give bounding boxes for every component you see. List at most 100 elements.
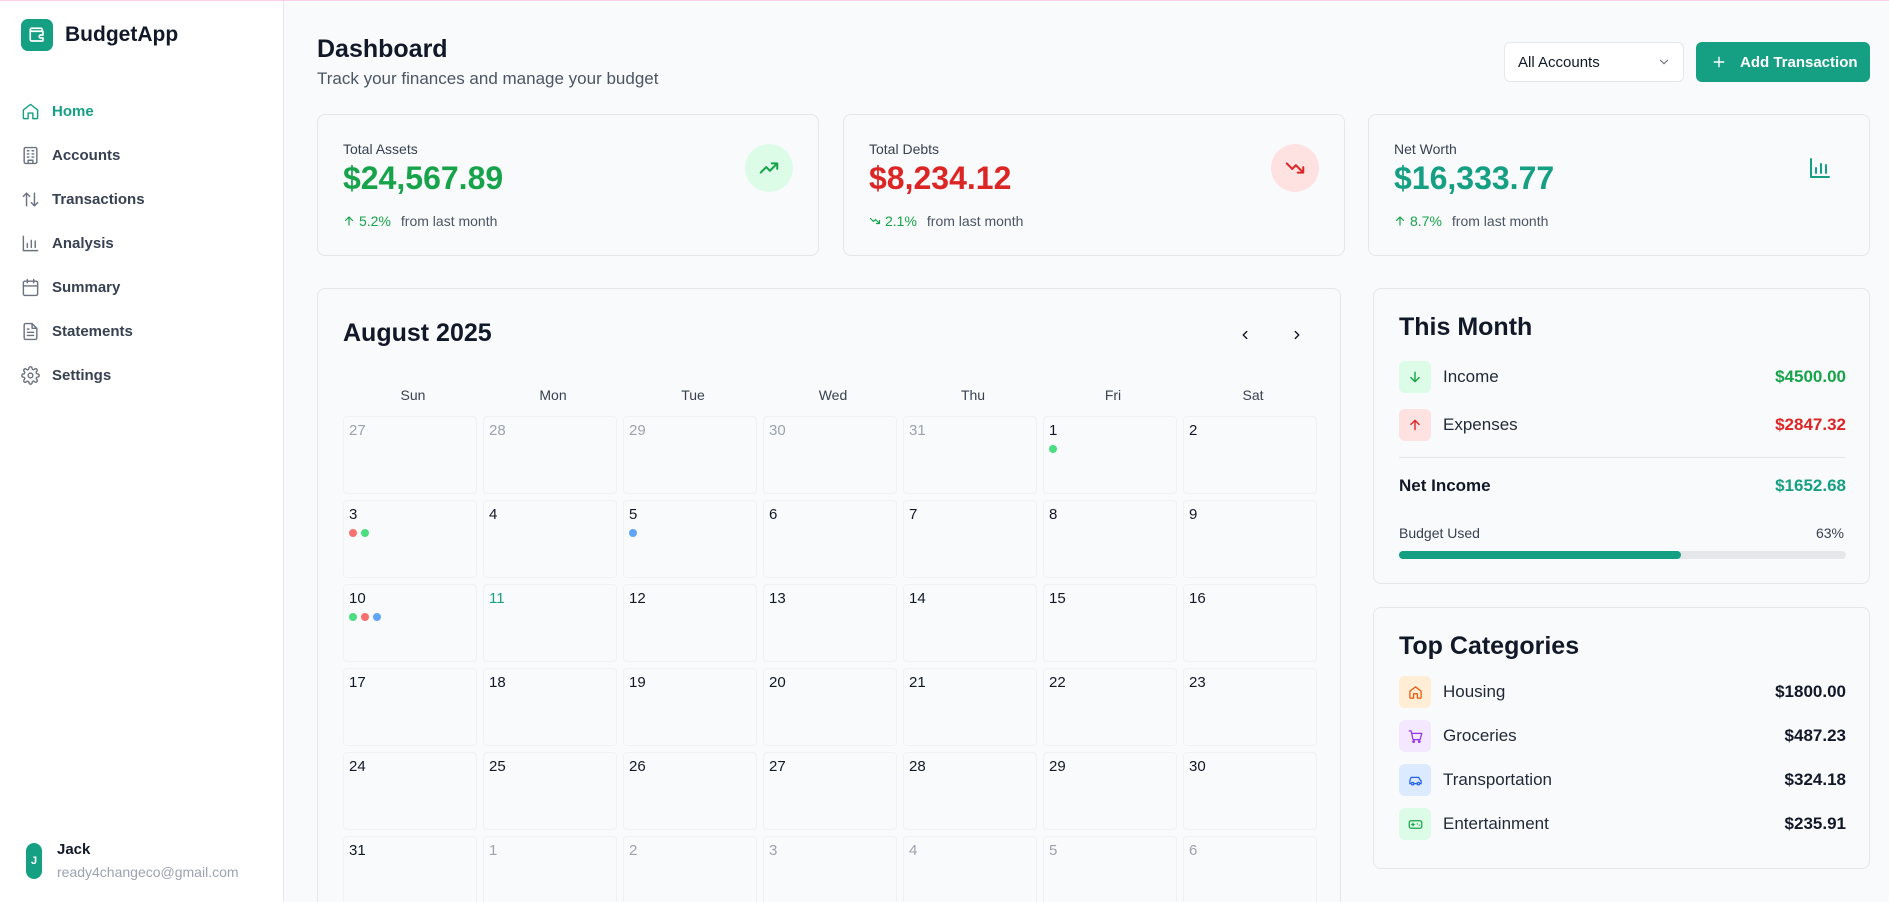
- calendar-day-number: 2: [1189, 422, 1198, 439]
- sidebar-item-accounts[interactable]: Accounts: [21, 133, 271, 177]
- calendar-day[interactable]: 23: [1183, 668, 1317, 746]
- calendar-day[interactable]: 28: [903, 752, 1037, 830]
- calendar-day[interactable]: 20: [763, 668, 897, 746]
- sidebar-item-label: Summary: [52, 278, 121, 296]
- previous-month-button[interactable]: [1233, 323, 1257, 347]
- calendar-day[interactable]: 28: [483, 416, 617, 494]
- account-select-value: All Accounts: [1518, 53, 1600, 71]
- calendar-day[interactable]: 1: [1043, 416, 1177, 494]
- calendar-day[interactable]: 9: [1183, 500, 1317, 578]
- stat-value: $8,234.12: [869, 160, 1012, 196]
- calendar-day-number: 28: [489, 422, 506, 439]
- calendar-day[interactable]: 16: [1183, 584, 1317, 662]
- sidebar-item-label: Statements: [52, 322, 133, 340]
- category-label: Transportation: [1443, 770, 1552, 789]
- calendar-day[interactable]: 1: [483, 836, 617, 902]
- sidebar-item-summary[interactable]: Summary: [21, 265, 271, 309]
- transaction-dots: [349, 529, 471, 537]
- calendar-day[interactable]: 17: [343, 668, 477, 746]
- calendar-day[interactable]: 11: [483, 584, 617, 662]
- calendar-day[interactable]: 12: [623, 584, 757, 662]
- calendar-day[interactable]: 7: [903, 500, 1037, 578]
- account-select[interactable]: All Accounts: [1504, 42, 1684, 82]
- category-row-transportation[interactable]: Transportation $324.18: [1399, 764, 1846, 796]
- calendar-day-number: 16: [1189, 590, 1206, 607]
- calendar-day[interactable]: 4: [903, 836, 1037, 902]
- calendar-day-number: 11: [489, 590, 505, 607]
- calendar-day-number: 4: [489, 506, 498, 523]
- net-income-label: Net Income: [1399, 476, 1491, 495]
- gamepad-icon: [1399, 808, 1431, 840]
- category-value: $324.18: [1784, 770, 1846, 789]
- category-row-groceries[interactable]: Groceries $487.23: [1399, 720, 1846, 752]
- calendar-day[interactable]: 6: [1183, 836, 1317, 902]
- calendar-day[interactable]: 2: [623, 836, 757, 902]
- calendar-day[interactable]: 19: [623, 668, 757, 746]
- sidebar-item-analysis[interactable]: Analysis: [21, 221, 271, 265]
- calendar-day[interactable]: 21: [903, 668, 1037, 746]
- calendar-day[interactable]: 4: [483, 500, 617, 578]
- calendar-day[interactable]: 29: [1043, 752, 1177, 830]
- calendar-day[interactable]: 27: [763, 752, 897, 830]
- calendar-day[interactable]: 18: [483, 668, 617, 746]
- calendar-day[interactable]: 3: [343, 500, 477, 578]
- stat-change-pct: 5.2%: [359, 213, 391, 229]
- weekday-label: Sun: [400, 387, 426, 403]
- document-icon: [23, 322, 38, 340]
- calendar-day[interactable]: 30: [1183, 752, 1317, 830]
- calendar-day[interactable]: 10: [343, 584, 477, 662]
- calendar-day[interactable]: 31: [903, 416, 1037, 494]
- calendar-day[interactable]: 3: [763, 836, 897, 902]
- calendar-day-number: 3: [769, 842, 778, 859]
- calendar-day[interactable]: 24: [343, 752, 477, 830]
- calendar-day[interactable]: 5: [623, 500, 757, 578]
- category-value: $1800.00: [1775, 682, 1846, 701]
- brand[interactable]: BudgetApp: [21, 19, 178, 51]
- calendar-day[interactable]: 15: [1043, 584, 1177, 662]
- sidebar-item-settings[interactable]: Settings: [21, 353, 271, 397]
- calendar-day[interactable]: 2: [1183, 416, 1317, 494]
- user-profile[interactable]: J Jack ready4changeco@gmail.com: [26, 841, 239, 880]
- sidebar-item-statements[interactable]: Statements: [21, 309, 271, 353]
- calendar-day[interactable]: 13: [763, 584, 897, 662]
- calendar-day[interactable]: 6: [763, 500, 897, 578]
- calendar-grid: 27 28 29 30 31 1 2 3 4 5 6 7 8 9 10 11 12 13 14 15 16 17 18 19 2…: [343, 416, 1323, 902]
- bar-chart-icon: [22, 235, 39, 251]
- user-email: ready4changeco@gmail.com: [57, 864, 239, 880]
- category-row-housing[interactable]: Housing $1800.00: [1399, 676, 1846, 708]
- add-transaction-button[interactable]: Add Transaction: [1696, 42, 1870, 82]
- calendar-day[interactable]: 31: [343, 836, 477, 902]
- calendar-day-number: 9: [1189, 506, 1198, 523]
- sidebar-item-label: Settings: [52, 366, 112, 384]
- transaction-dot: [373, 613, 381, 621]
- plus-icon: [1713, 56, 1725, 68]
- next-month-button[interactable]: [1285, 323, 1309, 347]
- calendar-day-number: 20: [769, 674, 786, 691]
- stat-change: 8.7% from last month: [1394, 213, 1548, 229]
- calendar-day[interactable]: 14: [903, 584, 1037, 662]
- user-name: Jack: [57, 841, 91, 858]
- transaction-dot: [361, 613, 369, 621]
- calendar-day-number: 27: [349, 422, 366, 439]
- sidebar-item-label: Transactions: [52, 190, 145, 208]
- weekday-label: Wed: [818, 387, 848, 403]
- category-row-entertainment[interactable]: Entertainment $235.91: [1399, 808, 1846, 840]
- sidebar-item-transactions[interactable]: Transactions: [21, 177, 271, 221]
- calendar-day[interactable]: 29: [623, 416, 757, 494]
- sidebar-item-label: Home: [52, 102, 94, 120]
- calendar-day[interactable]: 22: [1043, 668, 1177, 746]
- transaction-dots: [1049, 445, 1171, 453]
- calendar-day[interactable]: 26: [623, 752, 757, 830]
- calendar-day[interactable]: 5: [1043, 836, 1177, 902]
- sidebar-item-home[interactable]: Home: [21, 89, 271, 133]
- transaction-dot: [629, 529, 637, 537]
- calendar-day[interactable]: 27: [343, 416, 477, 494]
- stat-change-from: from last month: [1451, 213, 1549, 229]
- income-label: Income: [1443, 367, 1499, 386]
- calendar-day[interactable]: 25: [483, 752, 617, 830]
- calendar-day-number: 30: [769, 422, 786, 439]
- calendar-day[interactable]: 30: [763, 416, 897, 494]
- calendar-day-number: 5: [1049, 842, 1058, 859]
- calendar-day-number: 31: [349, 842, 366, 859]
- calendar-day[interactable]: 8: [1043, 500, 1177, 578]
